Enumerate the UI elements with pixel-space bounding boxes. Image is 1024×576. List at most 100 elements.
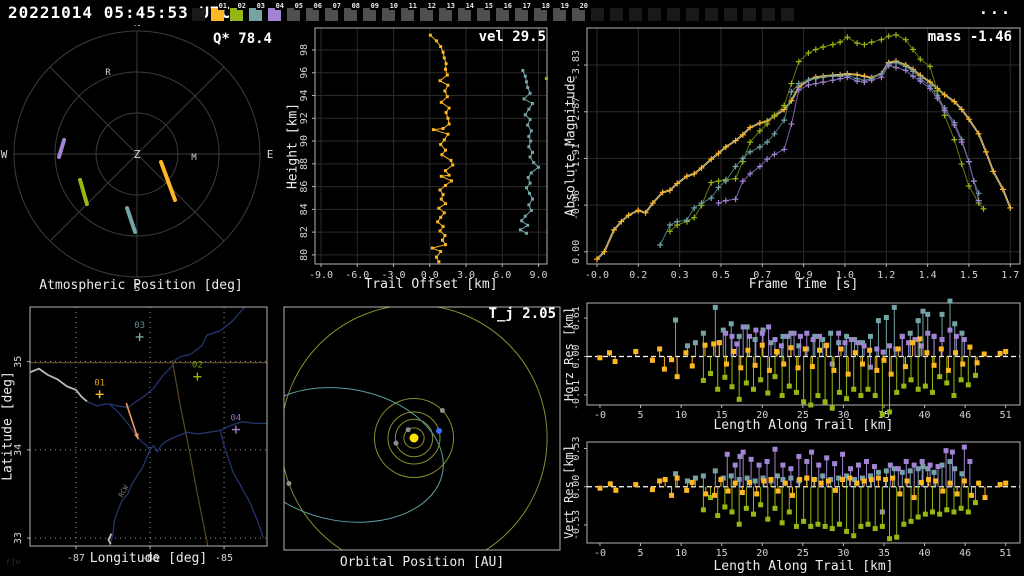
trail-xlabel: Trail Offset [km] [364, 277, 498, 292]
svg-text:Z: Z [134, 148, 141, 161]
empty-chip [724, 8, 737, 21]
horz-ylabel: Horz Res [km] [562, 307, 576, 401]
inactive-chip-06[interactable]: 06 [306, 2, 323, 21]
ground-map-panel: RCW -87 -86 -85 33 34 35 01 02 03 04 Latitude [deg… [0, 295, 282, 576]
svg-text:92: 92 [299, 112, 310, 124]
inactive-chip-17[interactable]: 17 [515, 2, 532, 21]
inactive-chip-15[interactable]: 15 [477, 2, 494, 21]
horz-res-plot: -05101520253035404651-0.610.000.61 [571, 298, 1021, 421]
inactive-chip-08[interactable]: 08 [344, 2, 361, 21]
q-value: Q* 78.4 [212, 31, 272, 47]
tisserand-value: T_j 2.05 [488, 306, 556, 322]
svg-text:33: 33 [13, 532, 24, 544]
svg-text:51: 51 [1000, 548, 1012, 559]
chip-number-label: 10 [388, 2, 399, 10]
inactive-chip-18[interactable]: 18 [534, 2, 551, 21]
chip-number-label: 19 [559, 2, 570, 10]
magnitude-panel: -0.0 0.2 0.3 0.5 0.7 0.9 1.0 1.2 1.4 1.5 1.7 0.00 -0… [562, 25, 1024, 295]
svg-text:96: 96 [299, 67, 310, 79]
svg-text:E: E [267, 148, 274, 161]
vert-ylabel: Vert Res [km] [562, 445, 576, 539]
chip-number-label: 18 [540, 2, 551, 10]
inactive-chip-07[interactable]: 07 [325, 2, 342, 21]
inactive-chip-12[interactable]: 12 [420, 2, 437, 21]
chip-number-label: 03 [255, 2, 266, 10]
svg-text:20: 20 [756, 548, 768, 559]
chip-number-label: 04 [274, 2, 285, 10]
inactive-chip-20[interactable]: 20 [572, 2, 589, 21]
chip-number-label: 08 [350, 2, 361, 10]
horz-res-panel: -05101520253035404651-0.610.000.61 Horz … [562, 295, 1024, 435]
mass-value: mass -1.46 [927, 29, 1012, 45]
svg-text:35: 35 [878, 548, 890, 559]
svg-text:04: 04 [230, 414, 241, 424]
inactive-chip-10[interactable]: 10 [382, 2, 399, 21]
horz-xlabel: Length Along Trail [km] [713, 418, 894, 433]
vert-xlabel: Length Along Trail [km] [713, 559, 894, 574]
svg-text:N: N [134, 25, 141, 29]
overflow-menu-button[interactable]: ... [979, 0, 1012, 18]
svg-text:W: W [1, 148, 8, 161]
svg-text:10: 10 [675, 548, 687, 559]
chip-number-label: 07 [331, 2, 342, 10]
svg-text:5: 5 [638, 548, 644, 559]
map-ylabel: Latitude [deg] [0, 371, 16, 481]
atmospheric-position-panel: NSEWZRM Q* 78.4 Atmospheric Position [de… [0, 25, 282, 295]
chip-number-label: 14 [464, 2, 475, 10]
empty-chip [743, 8, 756, 21]
svg-text:01: 01 [94, 378, 105, 388]
station-chip-01[interactable]: 01 [211, 2, 228, 21]
atmospheric-position-plot: NSEWZRM [1, 25, 274, 294]
svg-text:98: 98 [299, 44, 310, 56]
empty-chip [705, 8, 718, 21]
empty-chip [686, 8, 699, 21]
svg-text:30: 30 [837, 548, 849, 559]
svg-text:82: 82 [299, 226, 310, 238]
chip-number-label: 09 [369, 2, 380, 10]
magnitude-plot: -0.0 0.2 0.3 0.5 0.7 0.9 1.0 1.2 1.4 1.5 1.70.00-0… [571, 27, 1021, 281]
chip-number-label: 12 [426, 2, 437, 10]
svg-text:25: 25 [797, 548, 809, 559]
svg-text:0.00: 0.00 [571, 240, 582, 264]
svg-text:15: 15 [716, 548, 728, 559]
station-chip-strip: 01 02 03 04 05 06 07 08 09 10 11 12 13 14 15 16 17 18 19 20 [192, 2, 794, 21]
chip-number-label: 05 [293, 2, 304, 10]
station-chip-03[interactable]: 03 [249, 2, 266, 21]
station-chip-02[interactable]: 02 [230, 2, 247, 21]
inactive-chip-05[interactable]: 05 [287, 2, 304, 21]
station-chip-04[interactable]: 04 [268, 2, 285, 21]
inactive-chip-14[interactable]: 14 [458, 2, 475, 21]
chip-number-label: 20 [578, 2, 589, 10]
svg-text:40: 40 [919, 548, 931, 559]
inactive-chip-09[interactable]: 09 [363, 2, 380, 21]
svg-text:46: 46 [959, 548, 971, 559]
empty-chip [762, 8, 775, 21]
vert-res-plot: -0 5 10 15 20 25 30 35 40 46 51-0.530.000.53 [571, 436, 1021, 559]
empty-chip [591, 8, 604, 21]
empty-chip [192, 8, 205, 21]
vert-res-panel: -0 5 10 15 20 25 30 35 40 46 51 -0.53 0.00 0.53 Vert … [562, 435, 1024, 576]
chip-number-label: 17 [521, 2, 532, 10]
map-xlabel: Longitude [deg] [89, 551, 208, 566]
svg-text:80: 80 [299, 249, 310, 261]
svg-text:90: 90 [299, 135, 310, 147]
mag-ylabel: Absolute Magnitude [563, 75, 579, 217]
inactive-chip-13[interactable]: 13 [439, 2, 456, 21]
svg-text:02: 02 [192, 361, 203, 371]
chip-number-label: 11 [407, 2, 418, 10]
trail-offset-plot: -9.0 -6.0 -3.0 0.0 3.0 6.0 9.08082848688909294… [299, 27, 548, 281]
empty-chip [629, 8, 642, 21]
svg-text:86: 86 [299, 181, 310, 193]
inactive-chip-19[interactable]: 19 [553, 2, 570, 21]
svg-text:88: 88 [299, 158, 310, 170]
svg-text:R: R [105, 68, 111, 78]
orbital-position-plot [283, 306, 561, 551]
orbit-title: Orbital Position [AU] [339, 555, 505, 570]
empty-chip [667, 8, 680, 21]
empty-chip [610, 8, 623, 21]
svg-text:03: 03 [134, 321, 145, 331]
inactive-chip-11[interactable]: 11 [401, 2, 418, 21]
atmos-title: Atmospheric Position [deg] [39, 278, 243, 293]
inactive-chip-16[interactable]: 16 [496, 2, 513, 21]
svg-text:-0: -0 [594, 548, 606, 559]
